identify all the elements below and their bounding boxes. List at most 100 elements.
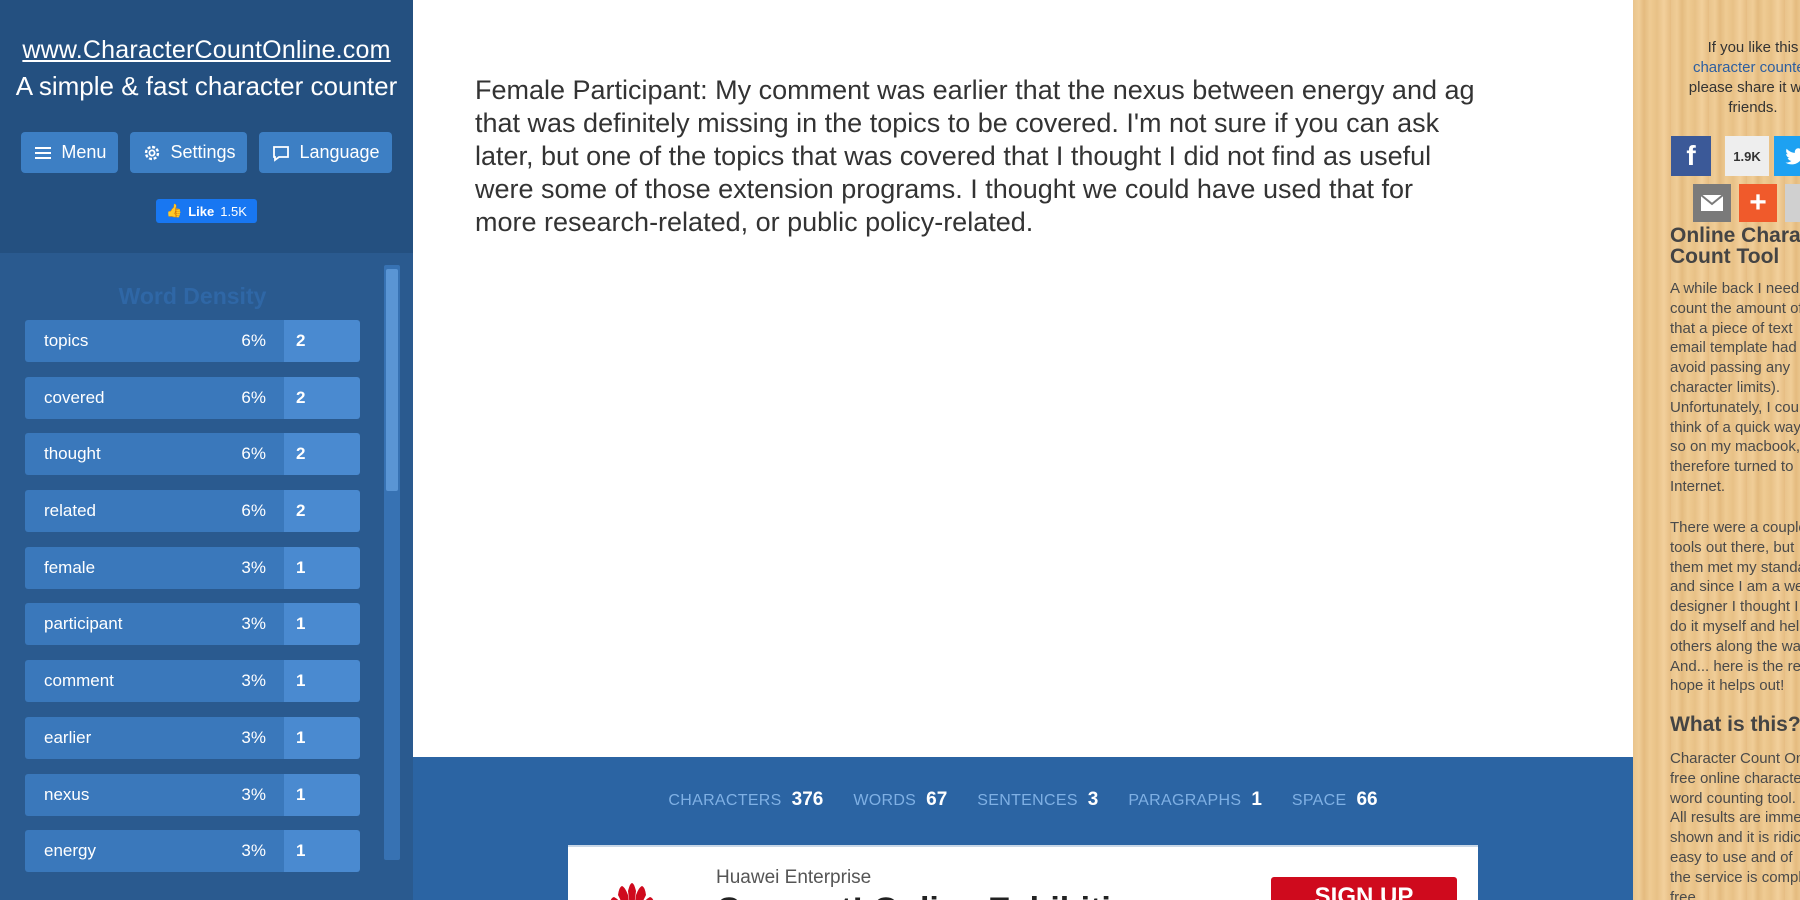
- word-density-scrollbar[interactable]: [384, 265, 400, 860]
- density-count: 1: [284, 830, 360, 873]
- stat-sentences: SENTENCES 3: [977, 789, 1098, 811]
- density-percent: 3%: [241, 841, 266, 861]
- word-density-row[interactable]: earlier 3% 1: [25, 716, 360, 759]
- density-percent: 3%: [241, 671, 266, 691]
- density-word: participant: [44, 614, 123, 634]
- advertisement-banner[interactable]: Huawei Enterprise Connect! Online Exhibi…: [568, 845, 1478, 900]
- facebook-share-count: 1.9K: [1725, 136, 1769, 176]
- stat-label: PARAGRAPHS: [1128, 792, 1242, 809]
- more-share-plus-icon[interactable]: +: [1739, 184, 1777, 222]
- density-word: topics: [44, 331, 89, 350]
- density-percent: 3%: [241, 727, 266, 747]
- language-button-label: Language: [299, 142, 380, 162]
- density-percent: 3%: [241, 784, 266, 804]
- density-count: 1: [284, 716, 360, 759]
- density-percent: 6%: [241, 387, 266, 407]
- share-text-1: If you like this: [1707, 39, 1799, 56]
- density-word-cell: comment 3%: [25, 660, 284, 703]
- density-word-cell: earlier 3%: [25, 716, 284, 759]
- info-paragraph-2: There were a couple of tools out there, …: [1670, 519, 1800, 695]
- word-density-row[interactable]: participant 3% 1: [25, 603, 360, 646]
- stat-value: 67: [926, 789, 948, 810]
- facebook-like-button[interactable]: 👍 Like 1.5K: [156, 199, 257, 223]
- density-word: covered: [44, 387, 105, 407]
- envelope-icon: [1700, 194, 1724, 211]
- density-count: 2: [284, 490, 360, 533]
- word-density-row[interactable]: topics 6% 2: [25, 320, 360, 362]
- density-word-cell: thought 6%: [25, 433, 284, 476]
- ad-brand: Huawei Enterprise: [716, 867, 872, 888]
- density-percent: 6%: [241, 331, 266, 350]
- density-word: related: [44, 501, 96, 521]
- density-word: comment: [44, 671, 114, 691]
- density-word-cell: participant 3%: [25, 603, 284, 646]
- text-input-area[interactable]: Female Participant: My comment was earli…: [475, 74, 1475, 239]
- right-info-panel: If you like this character counter, plea…: [1633, 0, 1800, 900]
- density-word: earlier: [44, 727, 92, 747]
- density-word-cell: topics 6%: [25, 320, 284, 362]
- main-content: Female Participant: My comment was earli…: [413, 0, 1633, 900]
- density-percent: 6%: [241, 444, 266, 464]
- word-density-row[interactable]: energy 3% 1: [25, 830, 360, 873]
- stat-value: 66: [1356, 789, 1378, 810]
- stat-label: WORDS: [853, 792, 917, 809]
- share-link[interactable]: character counter,: [1693, 59, 1800, 76]
- density-count: 1: [284, 660, 360, 703]
- language-button[interactable]: Language: [259, 132, 392, 173]
- stat-value: 1: [1251, 789, 1262, 810]
- stats-bar: CHARACTERS 376 WORDS 67 SENTENCES 3 PARAGRA…: [413, 757, 1633, 900]
- gear-icon: [145, 145, 160, 160]
- twitter-share-icon[interactable]: [1774, 136, 1800, 176]
- email-share-icon[interactable]: [1693, 184, 1731, 222]
- hamburger-icon: [35, 146, 52, 159]
- stat-words: WORDS 67: [853, 789, 947, 811]
- word-density-list: topics 6% 2 covered 6% 2 thought 6% 2 related 6% 2 f…: [25, 320, 413, 873]
- density-word-cell: nexus 3%: [25, 773, 284, 816]
- word-density-row[interactable]: comment 3% 1: [25, 660, 360, 703]
- share-prompt: If you like this character counter, plea…: [1683, 38, 1800, 118]
- like-label: Like: [188, 203, 215, 219]
- density-word: energy: [44, 841, 96, 861]
- facebook-share-icon[interactable]: f: [1671, 136, 1711, 176]
- stat-space: SPACE 66: [1292, 789, 1378, 811]
- site-url-link[interactable]: www.CharacterCountOnline.com: [22, 36, 390, 65]
- settings-button[interactable]: Settings: [130, 132, 248, 173]
- word-density-title: Word Density: [118, 283, 267, 309]
- menu-button[interactable]: Menu: [21, 132, 119, 173]
- stat-value: 3: [1087, 789, 1099, 810]
- sidebar-buttons: Menu Settings Language: [0, 132, 413, 173]
- word-density-row[interactable]: related 6% 2: [25, 490, 360, 533]
- site-tagline: A simple & fast character counter: [15, 71, 398, 101]
- info-heading-2: What is this?: [1670, 713, 1800, 736]
- stat-paragraphs: PARAGRAPHS 1: [1128, 789, 1262, 811]
- share-text-2: please share it with friends.: [1688, 79, 1800, 116]
- settings-button-label: Settings: [170, 142, 236, 162]
- density-percent: 3%: [241, 614, 266, 634]
- word-density-row[interactable]: nexus 3% 1: [25, 773, 360, 816]
- scrollbar-thumb[interactable]: [386, 269, 398, 491]
- density-word: female: [44, 557, 96, 577]
- sidebar: www.CharacterCountOnline.com A simple & …: [0, 0, 413, 900]
- density-count: 2: [284, 376, 360, 419]
- like-count: 1.5K: [220, 203, 247, 219]
- density-word-cell: energy 3%: [25, 830, 284, 873]
- word-density-row[interactable]: female 3% 1: [25, 546, 360, 589]
- density-count: 1: [284, 603, 360, 646]
- word-density-row[interactable]: covered 6% 2: [25, 376, 360, 419]
- density-word: nexus: [44, 784, 90, 804]
- brand-header: www.CharacterCountOnline.com A simple & …: [0, 0, 413, 253]
- density-word-cell: covered 6%: [25, 376, 284, 419]
- share-extra-icon[interactable]: [1785, 184, 1800, 222]
- word-density-row[interactable]: thought 6% 2: [25, 433, 360, 476]
- stat-label: SPACE: [1291, 792, 1347, 809]
- speech-bubble-icon: [273, 145, 290, 162]
- thumbs-up-icon: 👍: [166, 203, 183, 218]
- info-paragraph-1: A while back I needed to count the amoun…: [1670, 280, 1800, 495]
- ad-signup-button[interactable]: SIGN UP: [1271, 877, 1457, 900]
- density-percent: 6%: [241, 501, 266, 521]
- menu-button-label: Menu: [61, 142, 107, 162]
- density-count: 2: [284, 433, 360, 476]
- density-word: thought: [44, 444, 101, 464]
- density-percent: 3%: [241, 557, 266, 577]
- word-density-panel: Word Density topics 6% 2 covered 6% 2 thought 6…: [0, 253, 413, 873]
